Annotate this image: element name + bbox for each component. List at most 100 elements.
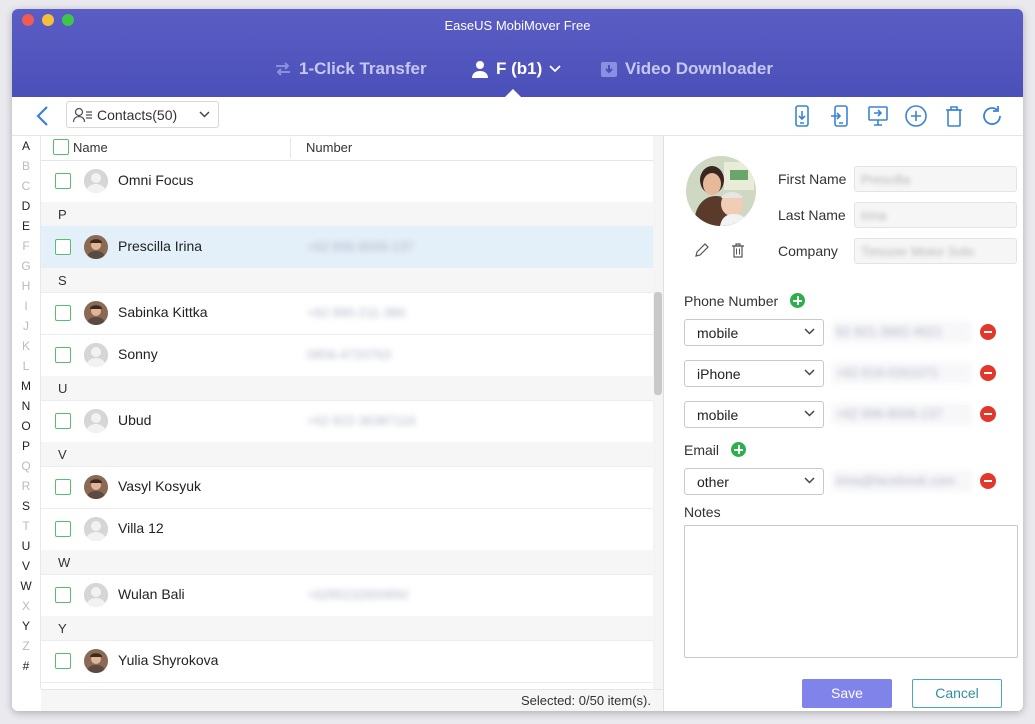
alphabet-letter[interactable]: B (12, 156, 40, 176)
column-header-name[interactable]: Name (73, 140, 108, 155)
back-arrow-icon[interactable] (34, 105, 54, 127)
scrollbar[interactable] (653, 136, 663, 689)
phone-value-2[interactable]: +62 818-0261071 (832, 362, 972, 384)
contact-list: Omni Focus P Prescilla Irina +62 896-8006-1… (41, 160, 653, 688)
contact-row[interactable]: Sabinka Kittka +62 890-211-380 (41, 292, 653, 335)
row-checkbox[interactable] (55, 239, 71, 255)
contact-photo[interactable] (686, 156, 756, 226)
contact-name: Ubud (118, 412, 152, 428)
phone-value-3[interactable]: +62 896-8006-137 (832, 403, 972, 425)
row-checkbox[interactable] (55, 347, 71, 363)
phone-type-select-3[interactable]: mobile (684, 401, 824, 428)
contact-row[interactable]: Prescilla Irina +62 896-8006-137 (41, 226, 653, 269)
contact-row[interactable]: Wulan Bali +6285232600892 (41, 574, 653, 617)
chevron-down-icon (804, 369, 815, 376)
alphabet-letter[interactable]: A (12, 136, 40, 156)
remove-phone-icon[interactable] (980, 406, 996, 422)
alphabet-letter[interactable]: R (12, 476, 40, 496)
contact-row[interactable]: Sonny 0856-4720763 (41, 334, 653, 377)
column-header-number[interactable]: Number (306, 140, 352, 155)
email-type-select[interactable]: other (684, 468, 824, 495)
category-select[interactable]: Contacts(50) (66, 101, 219, 128)
alphabet-letter[interactable]: C (12, 176, 40, 196)
row-checkbox[interactable] (55, 653, 71, 669)
contact-row[interactable]: Ubud +62 822-36387116 (41, 400, 653, 443)
chevron-down-icon (199, 111, 210, 118)
alphabet-letter[interactable]: E (12, 216, 40, 236)
phone-type-select-2[interactable]: iPhone (684, 360, 824, 387)
transfer-to-computer-icon[interactable] (866, 104, 890, 128)
row-checkbox[interactable] (55, 521, 71, 537)
remove-phone-icon[interactable] (980, 324, 996, 340)
alphabet-letter[interactable]: J (12, 316, 40, 336)
first-name-field[interactable]: Prescilla (854, 166, 1017, 192)
tab-1-click-transfer-label: 1-Click Transfer (299, 59, 427, 78)
alphabet-letter[interactable]: X (12, 596, 40, 616)
alphabet-letter[interactable]: U (12, 536, 40, 556)
phone-value-1[interactable]: 62 821-3682-4621 (832, 321, 972, 343)
alphabet-letter[interactable]: W (12, 576, 40, 596)
save-button[interactable]: Save (802, 679, 892, 708)
phone-number-label: Phone Number (684, 293, 779, 309)
alphabet-letter[interactable]: L (12, 356, 40, 376)
alphabet-letter[interactable]: N (12, 396, 40, 416)
cancel-button[interactable]: Cancel (912, 679, 1002, 708)
refresh-icon[interactable] (980, 104, 1004, 128)
contact-detail-panel: First Name Prescilla Last Name Irina Com… (663, 136, 1023, 711)
email-value[interactable]: irina@facebook.com (832, 470, 972, 492)
alphabet-letter[interactable]: Y (12, 616, 40, 636)
tab-device[interactable]: F (b1) (471, 59, 561, 79)
alphabet-letter[interactable]: O (12, 416, 40, 436)
alphabet-letter[interactable]: G (12, 256, 40, 276)
chevron-down-icon (804, 328, 815, 335)
edit-photo-icon[interactable] (694, 242, 710, 258)
export-to-device-icon[interactable] (790, 104, 814, 128)
alphabet-letter[interactable]: Q (12, 456, 40, 476)
remove-email-icon[interactable] (980, 473, 996, 489)
alphabet-letter[interactable]: I (12, 296, 40, 316)
alphabet-letter[interactable]: K (12, 336, 40, 356)
scrollbar-thumb[interactable] (654, 292, 662, 395)
alphabet-letter[interactable]: F (12, 236, 40, 256)
row-checkbox[interactable] (55, 305, 71, 321)
add-icon[interactable] (904, 104, 928, 128)
user-icon (472, 61, 488, 78)
phone-type-select-1[interactable]: mobile (684, 319, 824, 346)
notes-textarea[interactable] (684, 525, 1018, 658)
tab-1-click-transfer[interactable]: 1-Click Transfer (274, 59, 427, 79)
avatar (84, 169, 108, 193)
alphabet-letter[interactable]: V (12, 556, 40, 576)
contact-row[interactable]: Yulia Shyrokova (41, 640, 653, 683)
email-label: Email (684, 442, 720, 458)
alphabet-letter[interactable]: S (12, 496, 40, 516)
avatar (84, 343, 108, 367)
contact-row[interactable]: Omni Focus (41, 160, 653, 203)
delete-photo-icon[interactable] (730, 242, 746, 258)
add-email-icon[interactable] (731, 442, 746, 457)
row-checkbox[interactable] (55, 173, 71, 189)
alphabet-letter[interactable]: H (12, 276, 40, 296)
contact-row[interactable]: Vasyl Kosyuk (41, 466, 653, 509)
contact-number: +62 896-8006-137 (307, 239, 414, 254)
alphabet-letter[interactable]: Z (12, 636, 40, 656)
row-checkbox[interactable] (55, 479, 71, 495)
alphabet-letter[interactable]: # (12, 656, 40, 676)
contact-number: 0856-4720763 (307, 347, 391, 362)
row-checkbox[interactable] (55, 587, 71, 603)
remove-phone-icon[interactable] (980, 365, 996, 381)
tab-video-downloader[interactable]: Video Downloader (600, 59, 773, 79)
alphabet-letter[interactable]: T (12, 516, 40, 536)
company-field[interactable]: Timozer Motor Solo (854, 238, 1017, 264)
last-name-field[interactable]: Irina (854, 202, 1017, 228)
import-to-device-icon[interactable] (828, 104, 852, 128)
row-checkbox[interactable] (55, 413, 71, 429)
section-header: S (41, 268, 653, 293)
select-all-checkbox[interactable] (53, 139, 69, 155)
contact-row[interactable]: Villa 12 (41, 508, 653, 551)
contact-number: +62 890-211-380 (307, 305, 406, 320)
alphabet-letter[interactable]: P (12, 436, 40, 456)
alphabet-letter[interactable]: D (12, 196, 40, 216)
alphabet-letter[interactable]: M (12, 376, 40, 396)
add-phone-icon[interactable] (790, 293, 805, 308)
trash-icon[interactable] (942, 104, 966, 128)
